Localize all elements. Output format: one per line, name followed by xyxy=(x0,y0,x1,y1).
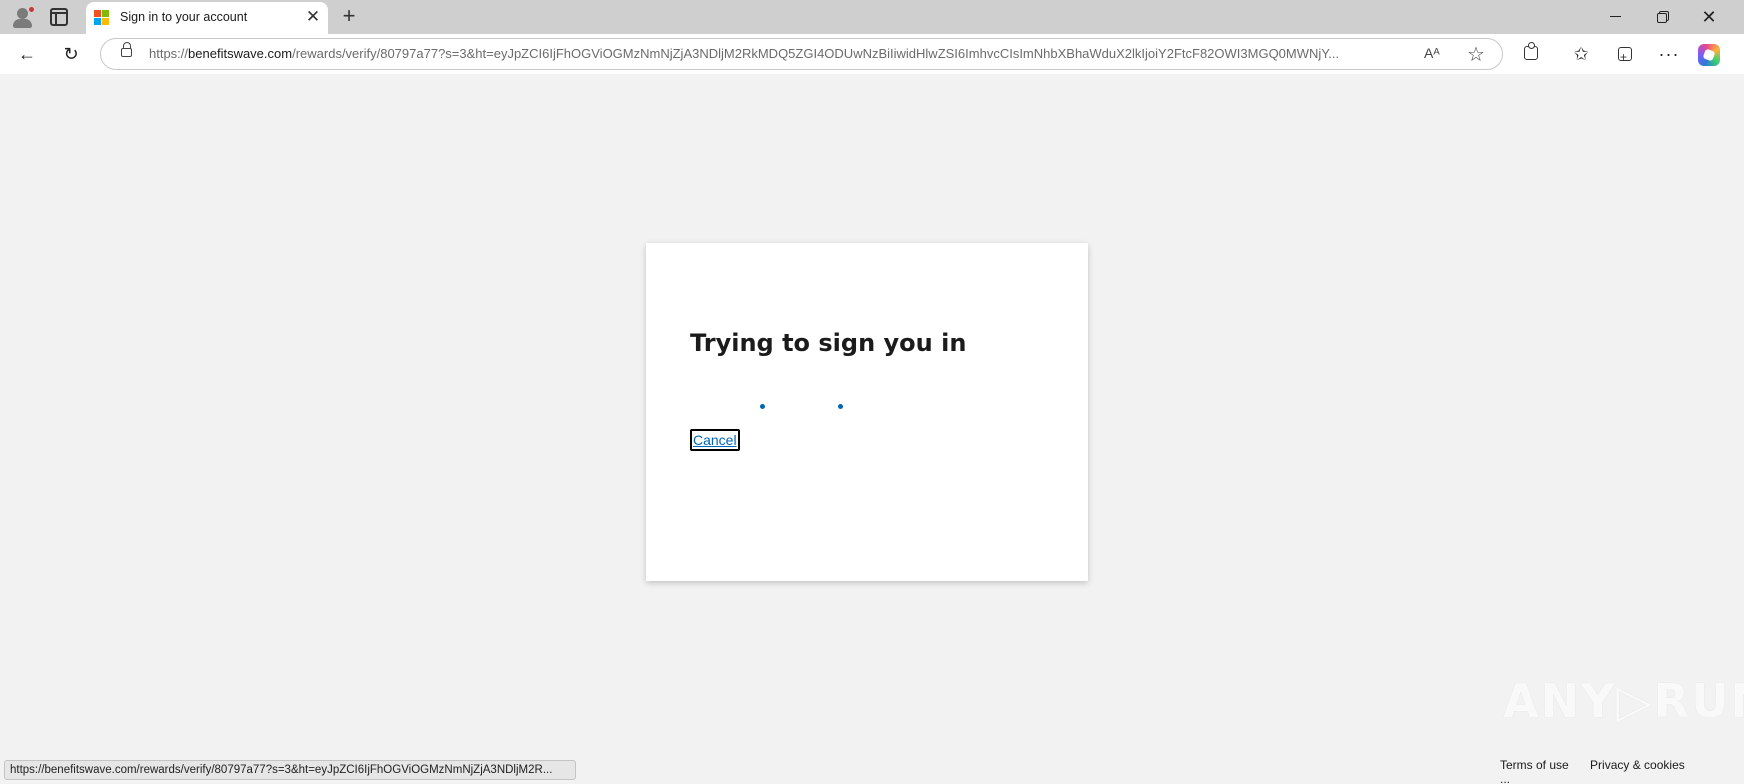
browser-toolbar: ← ↻ https://benefitswave.com/rewards/ver… xyxy=(0,34,1744,74)
status-bar-url: https://benefitswave.com/rewards/verify/… xyxy=(4,760,576,780)
window-close-button[interactable]: ✕ xyxy=(1686,0,1732,34)
tab-close-icon[interactable]: ✕ xyxy=(302,6,324,28)
puzzle-icon xyxy=(1524,42,1538,60)
card-title: Trying to sign you in xyxy=(690,329,967,357)
sign-in-card: Trying to sign you in Cancel xyxy=(646,243,1088,581)
cancel-link[interactable]: Cancel xyxy=(690,429,740,451)
privacy-cookies-link[interactable]: Privacy & cookies xyxy=(1590,758,1685,772)
profile-head xyxy=(17,8,28,19)
favorites-button[interactable]: ✩ xyxy=(1566,40,1596,68)
back-button[interactable]: ← xyxy=(12,40,42,68)
terms-of-use-link[interactable]: Terms of use xyxy=(1500,758,1569,772)
url-prefix: https:// xyxy=(149,46,189,61)
footer-links: Terms of use Privacy & cookies ... xyxy=(1500,758,1730,784)
copilot-icon[interactable] xyxy=(1698,44,1720,66)
profile-body xyxy=(13,19,32,28)
footer-more-button[interactable]: ... xyxy=(1500,772,1510,784)
extensions-button[interactable] xyxy=(1516,40,1546,68)
reload-button[interactable]: ↻ xyxy=(56,40,86,68)
profile-avatar-icon[interactable] xyxy=(10,5,36,29)
profile-notification-dot xyxy=(28,6,35,13)
minimize-button[interactable] xyxy=(1592,0,1638,34)
microsoft-logo-icon xyxy=(94,10,110,26)
loading-dot-icon xyxy=(838,404,843,409)
anyrun-watermark: ANY▷RUN xyxy=(1503,674,1744,728)
settings-more-button[interactable]: ··· xyxy=(1654,40,1684,68)
favorite-star-icon[interactable]: ☆ xyxy=(1467,42,1485,67)
tab-strip: Sign in to your account ✕ + ✕ xyxy=(0,0,1744,34)
tab-actions-icon[interactable] xyxy=(50,8,68,26)
read-aloud-icon[interactable]: Aᴬ xyxy=(1424,45,1440,61)
collections-button[interactable] xyxy=(1610,40,1640,71)
loading-dot-icon xyxy=(760,404,765,409)
address-bar[interactable]: https://benefitswave.com/rewards/verify/… xyxy=(100,38,1503,70)
lock-icon[interactable] xyxy=(121,42,132,57)
page-content: Trying to sign you in Cancel ANY▷RUN Ter… xyxy=(3,74,1744,784)
active-tab[interactable]: Sign in to your account ✕ xyxy=(86,2,328,34)
new-tab-button[interactable]: + xyxy=(336,4,362,30)
url-path: /rewards/verify/80797a77?s=3&ht=eyJpZCI6… xyxy=(292,46,1340,61)
url-text[interactable]: https://benefitswave.com/rewards/verify/… xyxy=(149,46,1409,61)
tab-title: Sign in to your account xyxy=(120,10,248,24)
collections-icon xyxy=(1618,43,1632,71)
restore-button[interactable] xyxy=(1640,0,1686,34)
url-host: benefitswave.com xyxy=(188,46,293,61)
